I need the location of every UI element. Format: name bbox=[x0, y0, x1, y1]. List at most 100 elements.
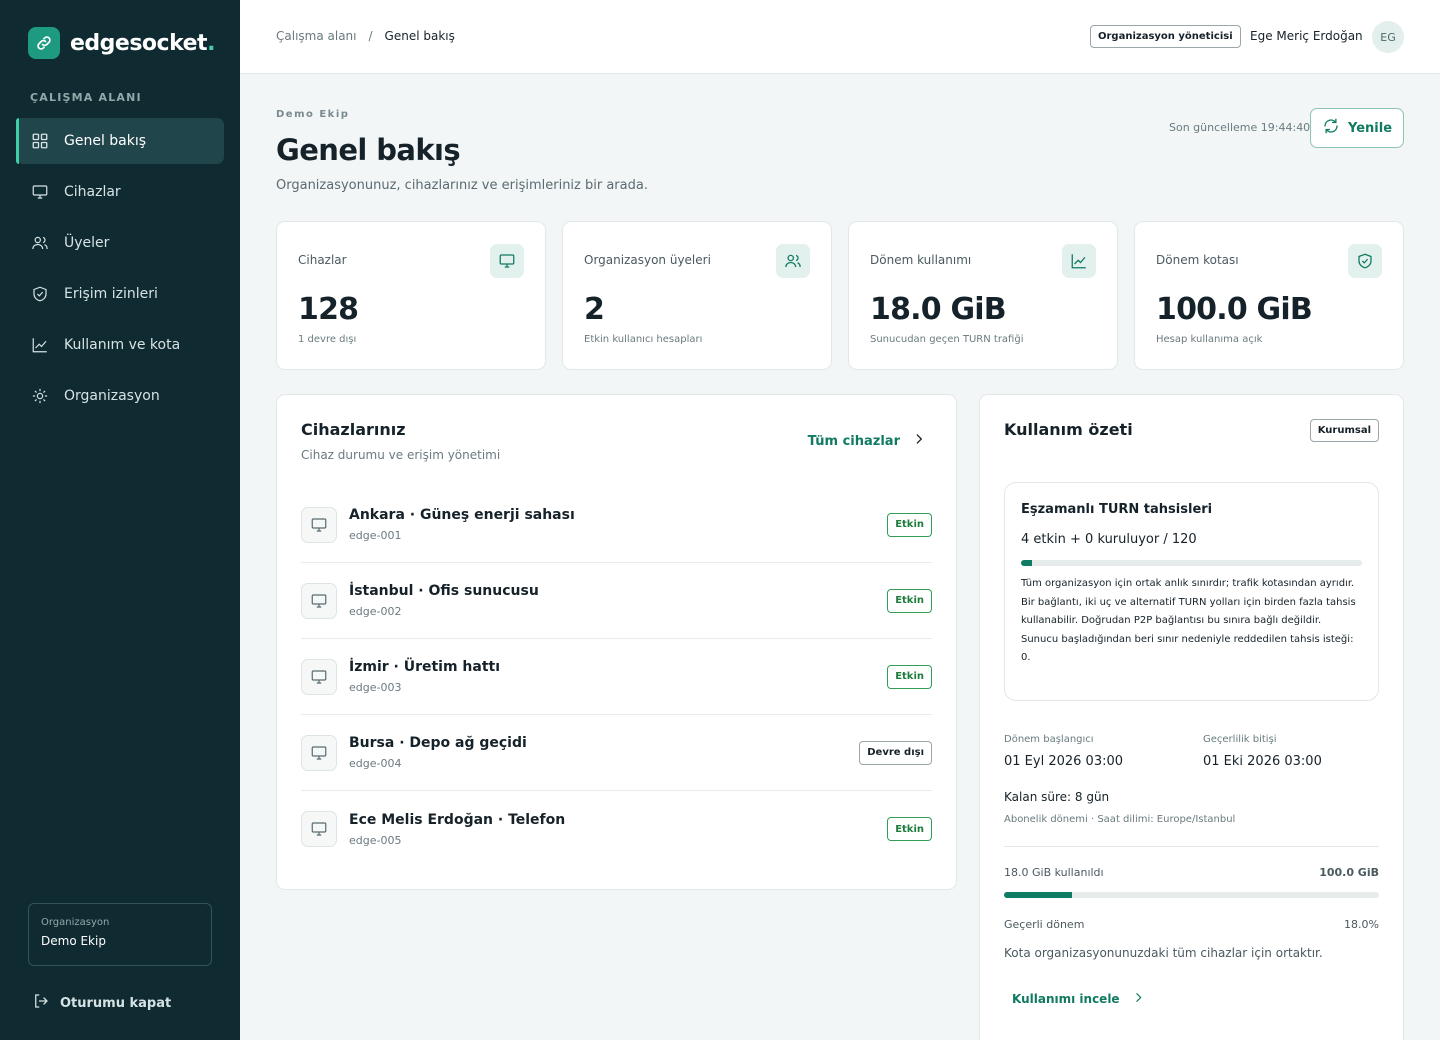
turn-progress-fill bbox=[1021, 560, 1033, 566]
chevron-right-icon bbox=[912, 432, 926, 450]
usage-panel: Kullanım özeti Kurumsal Eşzamanlı TURN t… bbox=[979, 394, 1404, 1040]
user-name[interactable]: Ege Meriç Erdoğan bbox=[1250, 29, 1363, 43]
stat-label: Organizasyon üyeleri bbox=[584, 253, 711, 267]
device-row[interactable]: Bursa · Depo ağ geçidi edge-004 Devre dış… bbox=[301, 715, 932, 791]
stat-label: Cihazlar bbox=[298, 253, 347, 267]
device-id: edge-002 bbox=[349, 605, 402, 618]
status-badge: Etkin bbox=[887, 588, 932, 613]
page-subtitle: Organizasyonunuz, cihazlarınız ve erişim… bbox=[276, 178, 648, 193]
sidebar-item-label: Organizasyon bbox=[64, 388, 160, 404]
link-icon bbox=[28, 27, 60, 59]
stat-note: Etkin kullanıcı hesapları bbox=[584, 334, 703, 345]
avatar[interactable]: EG bbox=[1372, 21, 1404, 53]
stat-card-quota: Dönem kotası 100.0 GiB Hesap kullanıma a… bbox=[1134, 221, 1404, 370]
device-name[interactable]: Bursa · Depo ağ geçidi bbox=[349, 735, 527, 751]
status-badge: Etkin bbox=[887, 664, 932, 689]
usage-title: Kullanım özeti bbox=[1004, 420, 1133, 439]
devices-title: Cihazlarınız bbox=[301, 420, 406, 439]
stat-card-members: Organizasyon üyeleri 2 Etkin kullanıcı h… bbox=[562, 221, 832, 370]
all-devices-link[interactable]: Tüm cihazlar bbox=[808, 432, 926, 450]
device-id: edge-004 bbox=[349, 757, 402, 770]
period-start: Dönem başlangıcı 01 Eyl 2026 03:00 bbox=[1004, 734, 1123, 769]
refresh-label: Yenile bbox=[1347, 120, 1393, 136]
sidebar-item-permissions[interactable]: Erişim izinleri bbox=[16, 271, 224, 317]
chart-icon bbox=[1062, 244, 1096, 278]
monitor-icon bbox=[301, 811, 337, 847]
devices-subtitle: Cihaz durumu ve erişim yönetimi bbox=[301, 448, 501, 462]
stat-card-usage: Dönem kullanımı 18.0 GiB Sunucudan geçen… bbox=[848, 221, 1118, 370]
stat-value: 128 bbox=[298, 292, 359, 327]
organization-label: Organizasyon bbox=[41, 917, 110, 928]
organization-selector[interactable]: Organizasyon Demo Ekip bbox=[28, 903, 212, 966]
monitor-icon bbox=[301, 506, 337, 543]
sun-icon bbox=[30, 386, 50, 406]
device-row[interactable]: İzmir · Üretim hattı edge-003 Etkin bbox=[301, 639, 932, 715]
devices-panel: Cihazlarınız Cihaz durumu ve erişim yöne… bbox=[276, 394, 957, 890]
turn-title: Eşzamanlı TURN tahsisleri bbox=[1021, 502, 1213, 517]
device-id: edge-005 bbox=[349, 833, 402, 847]
stat-card-devices: Cihazlar 128 1 devre dışı bbox=[276, 221, 546, 370]
sidebar-item-label: Üyeler bbox=[64, 235, 110, 251]
sidebar-item-devices[interactable]: Cihazlar bbox=[16, 169, 224, 215]
breadcrumb-separator: / bbox=[368, 29, 373, 43]
grid-icon bbox=[30, 131, 50, 151]
page-title: Genel bakış bbox=[276, 133, 461, 167]
sidebar-item-members[interactable]: Üyeler bbox=[16, 220, 224, 266]
logout-button[interactable]: Oturumu kapat bbox=[32, 992, 171, 1014]
breadcrumb: Çalışma alanı / Genel bakış bbox=[276, 29, 455, 43]
sidebar-item-organization[interactable]: Organizasyon bbox=[16, 373, 224, 419]
device-row[interactable]: Ankara · Güneş enerji sahası edge-001 Etk… bbox=[301, 487, 932, 563]
view-usage-label: Kullanımı incele bbox=[1012, 992, 1120, 1006]
stat-value: 18.0 GiB bbox=[870, 292, 1007, 327]
device-name[interactable]: Ankara · Güneş enerji sahası bbox=[349, 507, 575, 523]
stat-label: Dönem kotası bbox=[1156, 253, 1239, 267]
shield-icon bbox=[30, 284, 50, 304]
page-eyebrow: Demo Ekip bbox=[276, 109, 350, 120]
device-row[interactable]: İstanbul · Ofis sunucusu edge-002 Etkin bbox=[301, 563, 932, 639]
chart-icon bbox=[30, 335, 50, 355]
divider bbox=[1004, 846, 1379, 847]
sidebar-item-label: Cihazlar bbox=[64, 184, 121, 200]
logout-icon bbox=[32, 992, 50, 1014]
period-start-label: Dönem başlangıcı bbox=[1004, 734, 1094, 745]
turn-count: 4 etkin + 0 kuruluyor / 120 bbox=[1021, 532, 1197, 547]
stat-note: 1 devre dışı bbox=[298, 334, 357, 345]
sidebar-item-usage[interactable]: Kullanım ve kota bbox=[16, 322, 224, 368]
remaining-time: Kalan süre: 8 gün bbox=[1004, 790, 1110, 804]
sidebar-item-label: Kullanım ve kota bbox=[64, 337, 181, 353]
device-id: edge-003 bbox=[349, 681, 402, 694]
timezone-note: Abonelik dönemi · Saat dilimi: Europe/Is… bbox=[1004, 814, 1236, 825]
logout-label: Oturumu kapat bbox=[60, 995, 172, 1011]
all-devices-label: Tüm cihazlar bbox=[807, 433, 900, 449]
device-id: edge-001 bbox=[349, 529, 402, 542]
period-start-value: 01 Eyl 2026 03:00 bbox=[1004, 754, 1124, 769]
quota-progress-bar bbox=[1004, 892, 1379, 898]
stat-value: 2 bbox=[584, 292, 605, 327]
refresh-icon bbox=[1322, 117, 1340, 139]
monitor-icon bbox=[301, 582, 337, 619]
current-period-percent: 18.0% bbox=[1344, 918, 1379, 931]
device-row[interactable]: Ece Melis Erdoğan · Telefon edge-005 Etki… bbox=[301, 791, 932, 867]
brand[interactable]: edgesocket. bbox=[28, 27, 215, 59]
status-badge: Etkin bbox=[887, 512, 932, 537]
device-name[interactable]: İstanbul · Ofis sunucusu bbox=[349, 583, 539, 599]
turn-progress-bar bbox=[1021, 560, 1362, 566]
sidebar-item-label: Genel bakış bbox=[64, 133, 147, 149]
device-list: Ankara · Güneş enerji sahası edge-001 Etk… bbox=[301, 487, 932, 867]
sidebar-nav: Genel bakış Cihazlar Üyeler Erişim izinl… bbox=[16, 118, 224, 424]
organization-name: Demo Ekip bbox=[41, 934, 106, 948]
users-icon bbox=[776, 244, 810, 278]
device-name[interactable]: Ece Melis Erdoğan · Telefon bbox=[349, 812, 565, 828]
sidebar-item-label: Erişim izinleri bbox=[64, 286, 158, 302]
breadcrumb-workspace[interactable]: Çalışma alanı bbox=[276, 29, 357, 43]
sidebar-item-overview[interactable]: Genel bakış bbox=[16, 118, 224, 164]
view-usage-link[interactable]: Kullanımı incele bbox=[1012, 991, 1145, 1007]
period-end: Geçerlilik bitişi 01 Eki 2026 03:00 bbox=[1203, 734, 1322, 769]
turn-description: Tüm organizasyon için ortak anlık sınırd… bbox=[1021, 575, 1366, 668]
monitor-icon bbox=[301, 658, 337, 695]
refresh-button[interactable]: Yenile bbox=[1310, 108, 1404, 148]
monitor-icon bbox=[490, 244, 524, 278]
turn-rejected-text: Sunucu başladığından beri sınır nedeniyl… bbox=[1021, 633, 1354, 664]
device-name[interactable]: İzmir · Üretim hattı bbox=[349, 659, 500, 675]
users-icon bbox=[30, 233, 50, 253]
